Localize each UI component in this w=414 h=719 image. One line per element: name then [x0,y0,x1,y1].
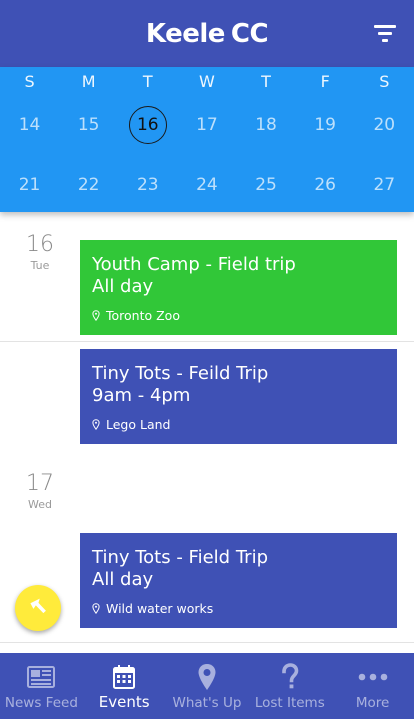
location-pin-icon [92,310,100,321]
calendar-day[interactable]: 24 [177,175,236,195]
question-icon [281,663,299,691]
weekday-label: S [24,71,35,91]
date-header: 16 Tue [0,232,80,272]
event-location: Lego Land [92,417,170,432]
event-list[interactable]: 16 Tue Youth Camp - Field trip All day T… [0,212,414,653]
bottom-navigation: News Feed Events What's Up Lost Items Mo… [0,653,414,719]
app-title-part1: Keele [145,18,226,49]
calendar-day[interactable]: 21 [0,175,59,195]
newspaper-icon [27,663,56,691]
calendar-day[interactable]: 22 [59,175,118,195]
nav-lost-items[interactable]: Lost Items [248,653,331,719]
day-divider [0,642,414,643]
event-card[interactable]: Tiny Tots - Field Trip All day Wild wate… [80,533,397,628]
calendar-day[interactable]: 25 [237,175,296,195]
event-location-text: Wild water works [106,601,214,616]
calendar-week-row: 14 15 16 17 18 19 20 [0,95,414,155]
calendar-day[interactable]: 18 [237,115,296,135]
date-weekday: Tue [30,259,50,272]
date-number: 17 [26,471,54,496]
event-time: 9am - 4pm [92,385,191,406]
nav-label: News Feed [4,695,78,711]
app-title: Keele CC [145,18,269,49]
calendar-week-row: 21 22 23 24 25 26 27 [0,155,414,215]
app-header: Keele CC [0,0,414,67]
weekday-label: T [261,71,271,91]
filter-icon[interactable] [374,22,398,44]
more-dots-icon [358,663,388,691]
event-title: Tiny Tots - Field Trip [92,547,268,568]
date-weekday: Wed [28,498,52,511]
calendar-icon [113,663,136,691]
weekday-label: M [81,71,96,91]
calendar-day[interactable]: 17 [177,115,236,135]
calendar-day-selected[interactable]: 16 [118,106,177,144]
arrow-icon [26,594,50,622]
calendar-day[interactable]: 14 [0,115,59,135]
event-location: Wild water works [92,601,213,616]
location-pin-icon [92,419,100,430]
weekday-label: W [199,71,215,91]
event-title: Youth Camp - Field trip [92,254,296,275]
calendar-day[interactable]: 19 [296,115,355,135]
weekday-label: S [379,71,390,91]
event-card[interactable]: Youth Camp - Field trip All day Toronto … [80,240,397,335]
nav-label: More [355,695,390,711]
date-header: 17 Wed [0,471,80,511]
nav-more[interactable]: More [331,653,414,719]
calendar-day[interactable]: 15 [59,115,118,135]
weekday-label: T [142,71,153,91]
calendar-day[interactable]: 26 [296,175,355,195]
nav-events[interactable]: Events [83,653,166,719]
floating-action-button[interactable] [15,585,61,631]
day-divider [0,341,414,342]
event-location: Toronto Zoo [92,308,180,323]
selected-day-circle: 16 [128,106,167,144]
location-pin-icon [92,603,100,614]
date-number: 16 [26,232,54,257]
weekday-header-row: S M T W T F S [0,69,414,93]
nav-whats-up[interactable]: What's Up [166,653,249,719]
weekday-label: F [320,71,330,91]
nav-label: Lost Items [254,695,325,711]
nav-label: Events [98,693,150,711]
calendar-day[interactable]: 27 [355,175,414,195]
event-time: All day [92,569,154,590]
nav-label: What's Up [172,695,242,711]
app-title-part2: CC [230,18,269,49]
event-location-text: Lego Land [106,417,171,432]
calendar-day[interactable]: 20 [355,115,414,135]
calendar-day[interactable]: 23 [118,175,177,195]
event-card[interactable]: Tiny Tots - Feild Trip 9am - 4pm Lego La… [80,349,397,444]
map-pin-icon [197,663,217,691]
event-location-text: Toronto Zoo [106,308,180,323]
nav-news-feed[interactable]: News Feed [0,653,83,719]
event-title: Tiny Tots - Feild Trip [92,363,269,384]
event-time: All day [92,276,154,297]
week-calendar: S M T W T F S 14 15 16 17 18 19 20 21 22… [0,67,414,212]
